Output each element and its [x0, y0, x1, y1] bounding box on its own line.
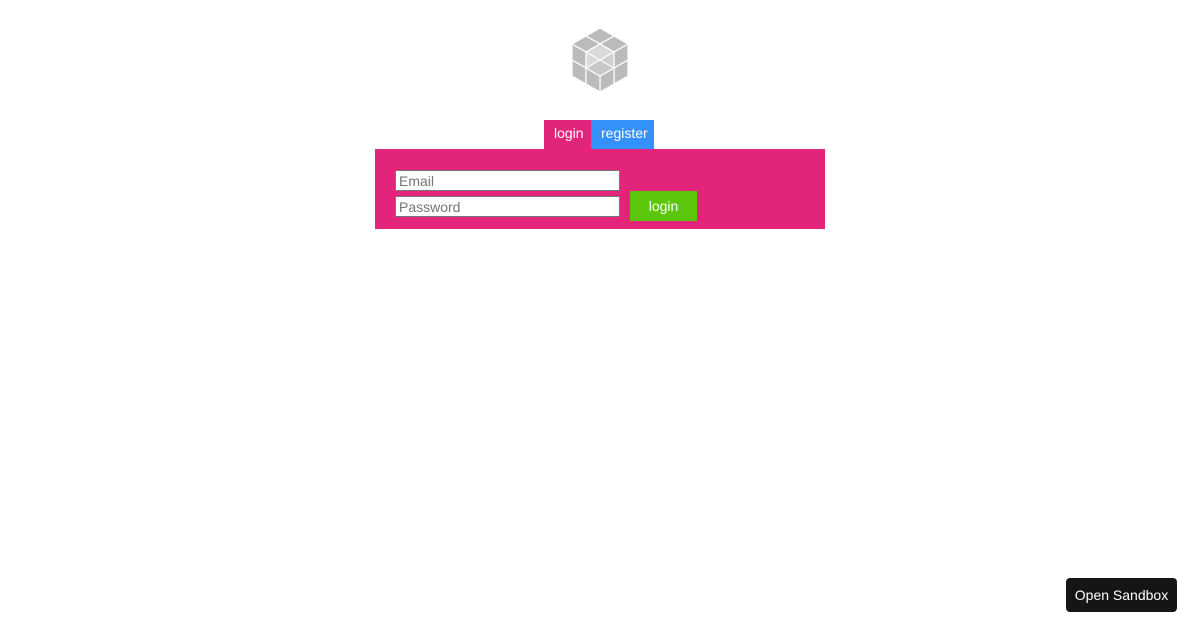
auth-tabs: login register	[544, 120, 654, 149]
tab-register[interactable]: register	[591, 120, 654, 149]
login-button[interactable]: login	[630, 191, 697, 221]
open-sandbox-button[interactable]: Open Sandbox	[1066, 578, 1177, 612]
login-form-panel: login	[375, 149, 825, 229]
email-field[interactable]	[395, 170, 620, 191]
page: login register login Open Sandbox	[0, 0, 1200, 630]
cube-logo-icon	[571, 27, 629, 93]
tab-login[interactable]: login	[544, 120, 591, 149]
password-field[interactable]	[395, 196, 620, 217]
